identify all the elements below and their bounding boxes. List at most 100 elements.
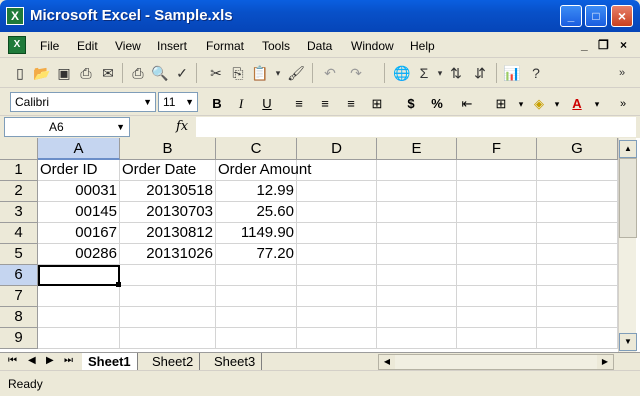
menu-view[interactable]: View	[115, 39, 141, 53]
cell-d3[interactable]	[297, 202, 377, 223]
cell-b4[interactable]: 20130812	[120, 223, 216, 244]
percent-icon[interactable]: %	[428, 95, 446, 113]
font-color-dropdown-icon[interactable]: ▾	[588, 95, 606, 113]
row-header-6[interactable]: 6	[0, 265, 38, 286]
sort-descending-icon[interactable]: ⇵	[470, 63, 490, 83]
tab-sheet2[interactable]: Sheet2	[146, 353, 201, 371]
cell-c1[interactable]: Order Amount	[216, 160, 311, 181]
cell-c7[interactable]	[216, 286, 297, 307]
fill-color-icon[interactable]: ◈	[530, 95, 548, 113]
row-header-1[interactable]: 1	[0, 160, 38, 181]
vertical-scrollbar[interactable]: ▲ ▼	[618, 138, 637, 352]
cell-e6[interactable]	[377, 265, 457, 286]
borders-icon[interactable]: ⊞	[492, 95, 510, 113]
cell-b1[interactable]: Order Date	[120, 160, 216, 181]
cell-f6[interactable]	[457, 265, 537, 286]
document-icon[interactable]: X	[8, 36, 26, 54]
cell-e7[interactable]	[377, 286, 457, 307]
menu-format[interactable]: Format	[206, 39, 244, 53]
cell-e5[interactable]	[377, 244, 457, 265]
redo-icon[interactable]: ↷	[346, 63, 366, 83]
fill-color-dropdown-icon[interactable]: ▾	[548, 95, 566, 113]
cell-d5[interactable]	[297, 244, 377, 265]
column-header-f[interactable]: F	[457, 138, 537, 160]
menu-tools[interactable]: Tools	[262, 39, 290, 53]
undo-icon[interactable]: ↶	[320, 63, 340, 83]
menu-help[interactable]: Help	[410, 39, 435, 53]
cell-c4[interactable]: 1149.90	[216, 223, 297, 244]
first-sheet-icon[interactable]: ⏮	[8, 355, 17, 366]
cell-a3[interactable]: 00145	[38, 202, 120, 223]
column-header-e[interactable]: E	[377, 138, 457, 160]
close-button[interactable]: ×	[611, 5, 633, 27]
scroll-down-icon[interactable]: ▼	[619, 333, 637, 351]
tab-sheet1[interactable]: Sheet1	[82, 353, 138, 371]
spelling-icon[interactable]: ✓	[172, 63, 192, 83]
cell-g9[interactable]	[537, 328, 618, 349]
cell-e1[interactable]	[377, 160, 457, 181]
column-header-c[interactable]: C	[216, 138, 297, 160]
menu-insert[interactable]: Insert	[157, 39, 187, 53]
excel-app-icon[interactable]: X	[6, 7, 24, 25]
formula-input[interactable]	[196, 117, 636, 137]
help-icon[interactable]: ?	[526, 63, 546, 83]
cut-icon[interactable]: ✂	[206, 63, 226, 83]
cell-c9[interactable]	[216, 328, 297, 349]
cell-g8[interactable]	[537, 307, 618, 328]
minimize-button[interactable]: _	[560, 5, 582, 27]
fill-handle[interactable]	[116, 282, 121, 287]
sort-ascending-icon[interactable]: ⇅	[446, 63, 466, 83]
scroll-up-icon[interactable]: ▲	[619, 140, 637, 158]
cell-b9[interactable]	[120, 328, 216, 349]
column-header-a[interactable]: A	[38, 138, 120, 160]
cell-b5[interactable]: 20131026	[120, 244, 216, 265]
cell-e3[interactable]	[377, 202, 457, 223]
cell-e4[interactable]	[377, 223, 457, 244]
copy-icon[interactable]: ⎘	[228, 63, 248, 83]
cell-b8[interactable]	[120, 307, 216, 328]
cell-g6[interactable]	[537, 265, 618, 286]
cell-f9[interactable]	[457, 328, 537, 349]
row-header-8[interactable]: 8	[0, 307, 38, 328]
cell-b2[interactable]: 20130518	[120, 181, 216, 202]
cell-g2[interactable]	[537, 181, 618, 202]
column-header-d[interactable]: D	[297, 138, 377, 160]
cell-a5[interactable]: 00286	[38, 244, 120, 265]
print-preview-icon[interactable]: 🔍	[150, 63, 170, 83]
cell-f5[interactable]	[457, 244, 537, 265]
cell-a7[interactable]	[38, 286, 120, 307]
permission-icon[interactable]: ⎙	[76, 63, 96, 83]
maximize-button[interactable]: □	[585, 5, 607, 27]
align-left-icon[interactable]: ≡	[290, 95, 308, 113]
cell-a9[interactable]	[38, 328, 120, 349]
row-header-4[interactable]: 4	[0, 223, 38, 244]
cell-d6[interactable]	[297, 265, 377, 286]
cell-a1[interactable]: Order ID	[38, 160, 120, 181]
currency-icon[interactable]: $	[402, 95, 420, 113]
cell-a8[interactable]	[38, 307, 120, 328]
name-box[interactable]: A6 ▼	[4, 117, 130, 137]
row-header-3[interactable]: 3	[0, 202, 38, 223]
toolbar-options-icon[interactable]: »	[614, 95, 632, 113]
menu-window[interactable]: Window	[351, 39, 394, 53]
toolbar-options-icon[interactable]: »	[612, 63, 632, 83]
chart-wizard-icon[interactable]: 📊	[502, 63, 522, 83]
scroll-thumb[interactable]	[619, 158, 637, 238]
paste-icon[interactable]: 📋	[250, 63, 270, 83]
print-icon[interactable]: ⎙	[128, 63, 148, 83]
horizontal-scrollbar[interactable]: ◀ ▶	[378, 354, 614, 370]
cell-d1[interactable]	[297, 160, 377, 181]
cell-f1[interactable]	[457, 160, 537, 181]
align-center-icon[interactable]: ≡	[316, 95, 334, 113]
cell-f2[interactable]	[457, 181, 537, 202]
bold-button[interactable]: B	[208, 95, 226, 113]
cell-c3[interactable]: 25.60	[216, 202, 297, 223]
insert-function-icon[interactable]: fx	[176, 119, 188, 134]
last-sheet-icon[interactable]: ⏭	[64, 355, 73, 366]
cell-f7[interactable]	[457, 286, 537, 307]
cell-d4[interactable]	[297, 223, 377, 244]
scroll-left-icon[interactable]: ◀	[379, 355, 395, 369]
doc-minimize-button[interactable]: _	[581, 38, 588, 52]
row-header-9[interactable]: 9	[0, 328, 38, 349]
format-painter-icon[interactable]: 🖌	[286, 63, 306, 83]
